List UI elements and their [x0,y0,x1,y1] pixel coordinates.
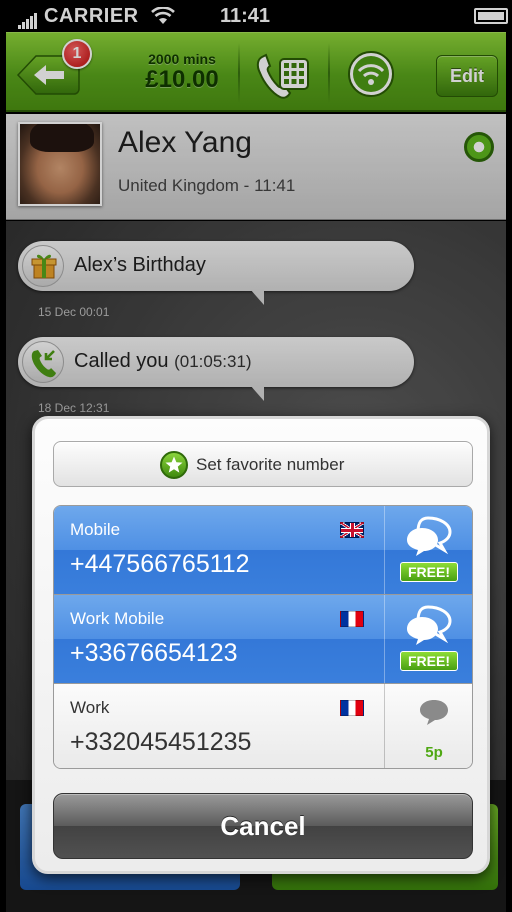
number-type: Work [70,698,110,717]
uk-flag-icon [340,522,364,538]
set-favorite-number-button[interactable]: Set favorite number [53,441,473,487]
row-divider [384,595,385,683]
phone-number-row[interactable]: Work +332045451235 5p [54,684,472,768]
number-picker-popup: Set favorite number Mobile +447566765112… [32,416,490,874]
phone-number-row[interactable]: Mobile +447566765112 FREE! [54,506,472,594]
phone-number: +447566765112 [70,550,250,578]
cancel-button[interactable]: Cancel [53,793,473,859]
chat-bubble-icon [420,700,448,725]
phone-number: +332045451235 [70,728,252,756]
favorite-label: Set favorite number [196,455,345,474]
chat-bubbles-icon [407,605,452,645]
row-divider [384,684,385,768]
fr-flag-icon [340,611,364,627]
star-icon [160,451,188,479]
fr-flag-icon [340,700,364,716]
number-type: Mobile [70,520,121,539]
free-badge: FREE! [400,651,458,671]
free-badge: FREE! [400,562,458,582]
phone-number: +33676654123 [70,639,238,667]
number-type: Work Mobile [70,609,165,628]
row-divider [384,506,385,594]
phone-number-row[interactable]: Work Mobile +33676654123 FREE! [54,595,472,683]
phone-number-list: Mobile +447566765112 FREE! Work Mobile +… [53,505,473,769]
price-label: 5p [425,744,443,761]
chat-bubbles-icon [407,516,452,556]
